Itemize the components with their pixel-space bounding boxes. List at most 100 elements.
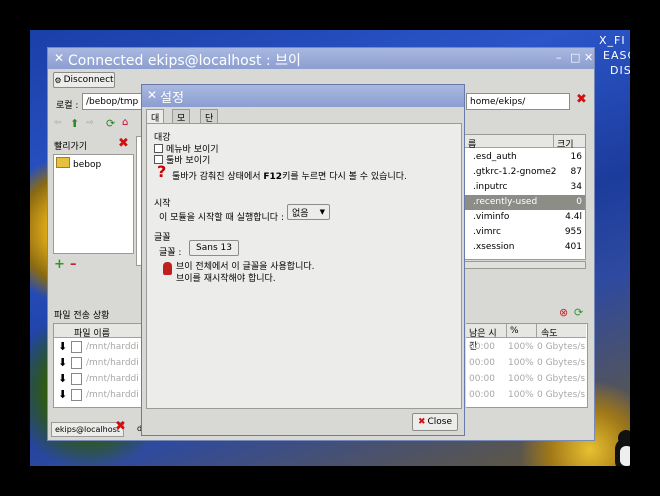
- transfer-title: 파일 전송 상황: [54, 311, 110, 321]
- transfer-remaining: 00:00: [469, 374, 495, 384]
- close-button[interactable]: ✖ Close: [412, 413, 458, 431]
- tab-general[interactable]: 대강: [146, 109, 165, 137]
- close-icon[interactable]: ✕: [584, 51, 593, 64]
- table-row[interactable]: ⬇ /mnt/harddi: [54, 372, 142, 387]
- local-path-input[interactable]: /bebop/tmp: [82, 93, 142, 110]
- tab-label: ekips@localhost: [55, 425, 120, 434]
- table-row[interactable]: 00:00 100% 0 Gbytes/s: [466, 342, 586, 357]
- name-column-header[interactable]: 름: [465, 135, 553, 150]
- transfer-list-left[interactable]: 파일 이름 ⬇ /mnt/harddi ⬇ /mnt/harddi ⬇ /mnt/ha…: [53, 323, 143, 408]
- horizontal-scrollbar[interactable]: [464, 261, 586, 269]
- transfer-list-right[interactable]: 남은 시간 % 속도 00:00 100% 0 Gbytes/s 00:00 100%…: [466, 323, 588, 408]
- add-icon[interactable]: +: [54, 257, 65, 272]
- main-titlebar[interactable]: ✕ Connected ekips@localhost : 브이 – □ ✕: [48, 48, 594, 69]
- start-module-select[interactable]: 없음 ▼: [287, 204, 330, 220]
- close-tab-icon[interactable]: ✖: [115, 419, 126, 434]
- close-icon[interactable]: ✕: [54, 51, 64, 65]
- tab-shortcuts[interactable]: 단축키: [200, 109, 219, 150]
- table-row[interactable]: 00:00 100% 0 Gbytes/s: [466, 358, 586, 373]
- transfer-file: /mnt/harddi: [86, 342, 139, 352]
- forward-icon[interactable]: ⇨: [86, 118, 94, 128]
- question-icon: ?: [157, 162, 167, 181]
- remote-path-input[interactable]: home/ekips/: [466, 93, 570, 110]
- table-row[interactable]: 00:00 100% 0 Gbytes/s: [466, 374, 586, 389]
- back-icon[interactable]: ⇦: [54, 118, 62, 128]
- lightbulb-icon: [163, 262, 172, 275]
- clear-icon[interactable]: ✖: [576, 92, 587, 107]
- cancel-transfer-icon[interactable]: ⊗: [559, 306, 568, 319]
- dialog-title: 설정: [160, 91, 184, 106]
- font-button[interactable]: Sans 13: [189, 240, 239, 256]
- table-row[interactable]: .recently-used 0: [465, 195, 585, 210]
- disconnect-button[interactable]: ⚙ Disconnect: [53, 72, 115, 88]
- transfer-speed: 0 Gbytes/s: [537, 342, 586, 352]
- disconnect-icon: ⚙: [54, 75, 62, 85]
- remove-bookmark-icon[interactable]: ✖: [118, 136, 129, 151]
- file-icon: [71, 357, 82, 369]
- dialog-titlebar[interactable]: ✕ 설정: [142, 85, 464, 107]
- file-size: 16: [570, 152, 582, 162]
- remote-file-list[interactable]: 름 크기 .esd_auth 16 .gtkrc-1.2-gnome2 87 .in…: [464, 134, 586, 260]
- font-label: 글꼴 :: [159, 248, 182, 258]
- file-name: .inputrc: [473, 182, 508, 192]
- toolbar-hint: 툴바가 감춰진 상태에서 F12키를 누르면 다시 볼 수 있습니다.: [172, 169, 407, 182]
- file-column-header[interactable]: 파일 이름: [54, 324, 142, 339]
- table-row[interactable]: ⬇ /mnt/harddi: [54, 388, 142, 403]
- table-row[interactable]: ⬇ /mnt/harddi: [54, 356, 142, 371]
- hint-text: 키를 누르면 다시 볼 수 있습니다.: [282, 172, 407, 182]
- tab-modules[interactable]: 모듈: [172, 109, 191, 137]
- hint-key: F12: [263, 172, 283, 182]
- list-item[interactable]: bebop: [56, 157, 101, 172]
- file-size: 955: [564, 227, 582, 237]
- file-name: .recently-used: [473, 197, 538, 207]
- download-icon: ⬇: [58, 340, 68, 353]
- table-row[interactable]: .gtkrc-1.2-gnome2 87: [465, 165, 585, 180]
- tab-connection[interactable]: ekips@localhost: [51, 422, 124, 437]
- download-icon: ⬇: [58, 356, 68, 369]
- settings-dialog: ✕ 설정 대강 모듈 단축키 대강 메뉴바 보이기 툴바 보이기 ? 툴바가 감…: [141, 84, 465, 436]
- checkbox-label: 툴바 보이기: [166, 156, 211, 166]
- table-row[interactable]: .esd_auth 16: [465, 150, 585, 165]
- size-column-header[interactable]: 크기: [553, 135, 585, 150]
- section-start: 시작: [154, 199, 171, 209]
- file-size: 34: [570, 182, 582, 192]
- maximize-icon[interactable]: □: [570, 51, 580, 64]
- file-size: 0: [576, 197, 582, 207]
- refresh-icon[interactable]: ⟳: [106, 117, 115, 130]
- transfer-file: /mnt/harddi: [86, 358, 139, 368]
- retry-transfer-icon[interactable]: ⟳: [574, 306, 583, 319]
- file-name: .viminfo: [473, 212, 510, 222]
- minimize-icon[interactable]: –: [556, 51, 562, 64]
- transfer-remaining: 00:00: [469, 358, 495, 368]
- file-size: 4.4l: [565, 212, 582, 222]
- percent-column-header[interactable]: %: [506, 324, 536, 338]
- file-size: 401: [564, 242, 582, 252]
- bookmark-label: bebop: [73, 160, 102, 170]
- remaining-column-header[interactable]: 남은 시간: [466, 324, 506, 352]
- transfer-percent: 100%: [508, 374, 534, 384]
- up-icon[interactable]: ⬆: [70, 117, 79, 130]
- table-row[interactable]: .inputrc 34: [465, 180, 585, 195]
- table-row[interactable]: .xsession 401: [465, 240, 585, 255]
- file-name: .esd_auth: [473, 152, 517, 162]
- tux-icon: [615, 430, 630, 466]
- file-size: 87: [570, 167, 582, 177]
- general-tab-page: 대강 메뉴바 보이기 툴바 보이기 ? 툴바가 감춰진 상태에서 F12키를 누…: [146, 123, 462, 409]
- close-icon[interactable]: ✕: [147, 88, 157, 102]
- speed-column-header[interactable]: 속도: [536, 324, 586, 339]
- download-icon: ⬇: [58, 388, 68, 401]
- close-label: Close: [427, 417, 453, 427]
- table-row[interactable]: .viminfo 4.4l: [465, 210, 585, 225]
- transfer-percent: 100%: [508, 390, 534, 400]
- bookmarks-title: 빨리가기: [54, 142, 88, 152]
- file-name: .vimrc: [473, 227, 501, 237]
- table-row[interactable]: 00:00 100% 0 Gbytes/s: [466, 390, 586, 405]
- home-icon[interactable]: ⌂: [122, 117, 128, 128]
- transfer-speed: 0 Gbytes/s: [537, 390, 586, 400]
- desktop-text: X_FI: [599, 34, 626, 47]
- remove-icon[interactable]: –: [70, 257, 77, 272]
- checkbox[interactable]: [154, 144, 163, 153]
- table-row[interactable]: ⬇ /mnt/harddi: [54, 340, 142, 355]
- table-row[interactable]: .vimrc 955: [465, 225, 585, 240]
- transfer-file: /mnt/harddi: [86, 390, 139, 400]
